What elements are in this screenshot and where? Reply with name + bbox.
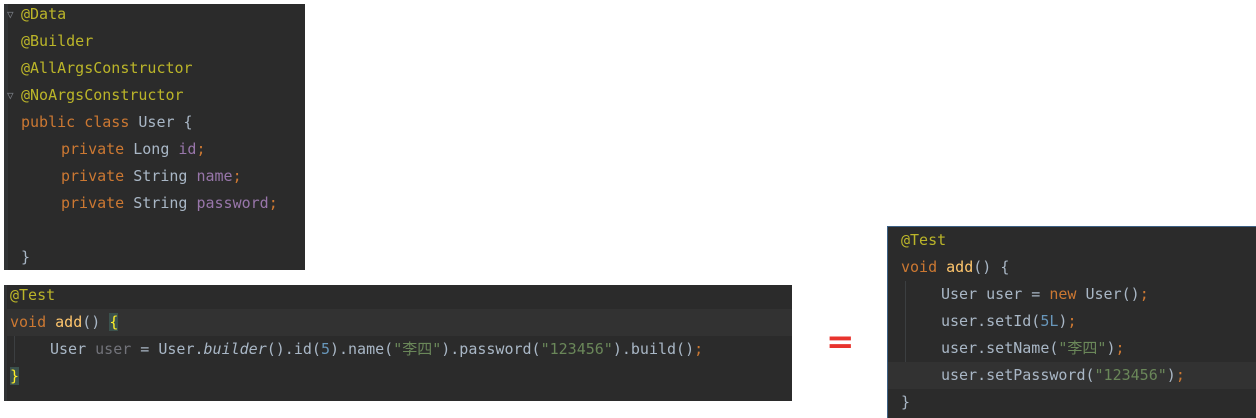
code-line-current: user.setPassword("123456"); xyxy=(888,362,1256,389)
code-line: @Data xyxy=(21,5,67,23)
code-line: } xyxy=(21,248,31,266)
code-line: @Builder xyxy=(21,32,94,50)
code-line: user.setName("李四"); xyxy=(941,339,1125,357)
code-line: @Test xyxy=(901,231,947,249)
code-line: @Test xyxy=(10,286,56,304)
code-line: private String password; xyxy=(61,194,278,212)
code-line: @NoArgsConstructor xyxy=(21,86,184,104)
code-line: } xyxy=(4,363,792,390)
code-line: public class User { xyxy=(21,113,193,131)
code-line-current: void add() { xyxy=(4,309,792,336)
matched-brace: { xyxy=(109,313,119,331)
code-line: void add() { xyxy=(901,258,1010,276)
code-line: user.setId(5L); xyxy=(941,312,1077,330)
code-line: } xyxy=(901,393,911,411)
equals-sign: = xyxy=(826,322,855,362)
code-line: private Long id; xyxy=(61,140,206,158)
code-line: User user = User.builder().id(5).name("李… xyxy=(50,340,704,358)
code-panel-user-class: ▽ ▽ @Data @Builder @AllArgsConstructor @… xyxy=(4,4,305,270)
code-line: private String name; xyxy=(61,167,242,185)
code-line: User user = new User(); xyxy=(941,285,1149,303)
code-panel-setter-test: @Test void add() { User user = new User(… xyxy=(887,226,1256,418)
matched-brace: } xyxy=(10,367,20,385)
code-panel-builder-test: @Test void add() { User user = User.buil… xyxy=(4,285,792,401)
code-line: @AllArgsConstructor xyxy=(21,59,193,77)
